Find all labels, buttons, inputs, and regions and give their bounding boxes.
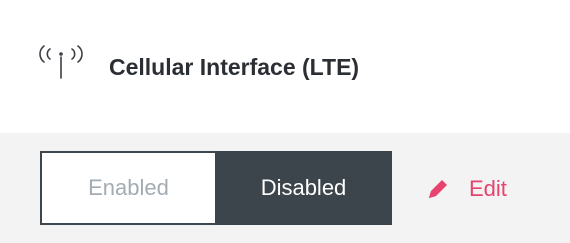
- toggle-enabled-option[interactable]: Enabled: [40, 151, 215, 225]
- panel-header: Cellular Interface (LTE): [0, 0, 570, 133]
- edit-label: Edit: [469, 176, 507, 201]
- toggle-disabled-option[interactable]: Disabled: [215, 151, 392, 225]
- page-title: Cellular Interface (LTE): [109, 54, 360, 80]
- antenna-signal-icon: [39, 45, 83, 79]
- status-toggle: Enabled Disabled: [40, 151, 392, 225]
- edit-button[interactable]: Edit: [425, 171, 507, 207]
- pencil-icon: [429, 180, 447, 198]
